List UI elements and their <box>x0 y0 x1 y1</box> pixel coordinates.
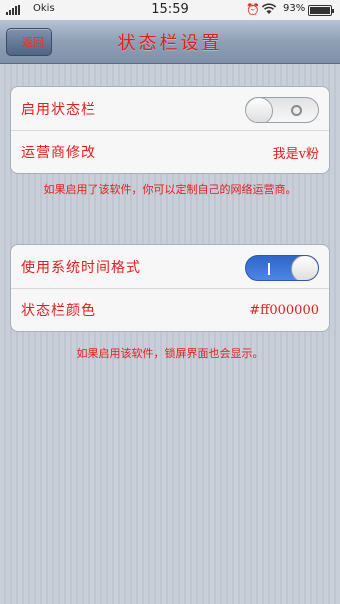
enable-status-bar-label: 启用状态栏 <box>21 101 96 118</box>
page-title: 状态栏设置 <box>117 33 223 54</box>
system-time-format-toggle[interactable] <box>245 255 319 281</box>
carrier-note: 如果启用了该软件，你可以定制自己的网络运营商。 <box>43 183 297 196</box>
lockscreen-note: 如果启用该软件，锁屏界面也会显示。 <box>76 347 264 360</box>
carrier-edit-value: 我是v粉 <box>272 146 319 162</box>
settings-group-status-bar: 启用状态栏 运营商修改 我是v粉 <box>10 86 330 174</box>
enable-status-bar-toggle[interactable] <box>245 97 319 123</box>
toggle-knob <box>291 256 318 280</box>
system-time-format-row: 使用系统时间格式 <box>11 245 329 288</box>
wifi-icon <box>261 2 277 18</box>
battery-icon <box>308 5 334 16</box>
toggle-on-icon <box>268 263 270 275</box>
status-bar-color-label: 状态栏颜色 <box>21 303 96 319</box>
navigation-bar: 返回 状态栏设置 <box>0 20 340 64</box>
carrier-edit-label: 运营商修改 <box>21 145 96 161</box>
status-bar: Okis 15:59 ⏰ 93% <box>0 0 340 20</box>
toggle-off-icon <box>291 105 302 116</box>
toggle-knob <box>246 98 273 122</box>
alarm-icon: ⏰ <box>246 3 260 16</box>
status-bar-color-value: #ff000000 <box>249 302 319 318</box>
settings-group-display: 使用系统时间格式 状态栏颜色 #ff000000 <box>10 244 330 332</box>
carrier-edit-row[interactable]: 运营商修改 我是v粉 <box>11 130 329 173</box>
enable-status-bar-row: 启用状态栏 <box>11 87 329 130</box>
system-time-format-label: 使用系统时间格式 <box>21 259 141 276</box>
status-bar-color-row[interactable]: 状态栏颜色 #ff000000 <box>11 288 329 331</box>
battery-percent: 93% <box>283 3 306 14</box>
